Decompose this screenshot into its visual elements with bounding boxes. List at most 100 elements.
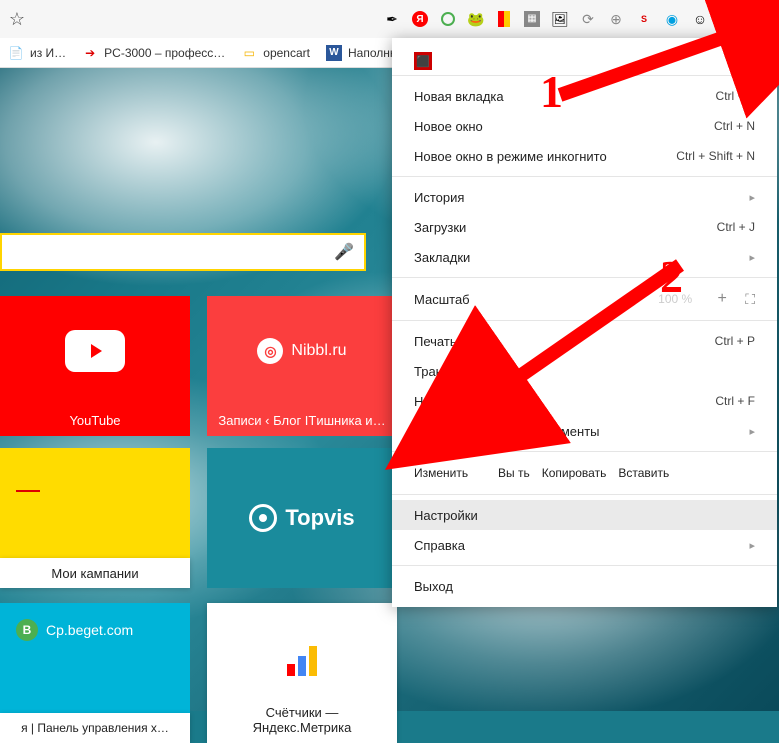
bookmark-label: opencart: [263, 46, 310, 60]
face-icon[interactable]: ☺: [691, 10, 709, 28]
menu-shortcut: Ctrl + P: [715, 334, 755, 348]
bookmark-label: PC-3000 – професс…: [104, 46, 225, 60]
menu-find[interactable]: Найти... Ctrl + F: [392, 386, 777, 416]
menu-history[interactable]: История ▸: [392, 182, 777, 212]
tile-label: Мои кампании: [51, 566, 138, 581]
tile-beget-label[interactable]: я | Панель управления х…: [0, 713, 190, 743]
frog-icon[interactable]: 🐸: [467, 10, 485, 28]
browser-toolbar: ☆ ✒ Я 🐸 ▦ 🖼 ⟳ ⊕ S ◉ ☺ 👤 ⋮: [0, 0, 779, 38]
menu-label: Масштаб: [414, 292, 605, 307]
browser-menu: ⬛ Новая вкладка Ctrl + T Новое окно Ctrl…: [392, 38, 777, 607]
menu-cut[interactable]: Вы ть: [498, 466, 530, 480]
tile-nibbl[interactable]: ◎ Nibbl.ru Записи ‹ Блог ITишника и…: [207, 296, 397, 436]
zoom-out-button[interactable]: −: [619, 290, 637, 308]
menu-shortcut: Ctrl + J: [717, 220, 755, 234]
profile-icon[interactable]: 👤: [719, 10, 737, 28]
image-icon[interactable]: 🖼: [551, 10, 569, 28]
menu-copy[interactable]: Копировать: [542, 466, 607, 480]
search-input[interactable]: 🎤: [0, 233, 366, 271]
menu-bookmarks[interactable]: Закладки ▸: [392, 242, 777, 272]
menu-paste[interactable]: Вставить: [618, 466, 669, 480]
menu-label: Выход: [414, 579, 453, 594]
bookmark-item[interactable]: 📄 из И…: [8, 45, 66, 61]
tile-beget[interactable]: В Cp.beget.com: [0, 603, 190, 713]
chart-icon: [287, 646, 317, 676]
chevron-right-icon: ▸: [749, 191, 755, 204]
menu-label: Справка: [414, 538, 465, 553]
bookmark-star-icon[interactable]: ☆: [8, 10, 26, 28]
target-icon: ◎: [257, 338, 283, 364]
bookmark-item[interactable]: W Наполню: [326, 45, 399, 61]
menu-label: Новое окно в режиме инкогнито: [414, 149, 607, 164]
chevron-right-icon: ▸: [749, 251, 755, 264]
menu-label: Печать...: [414, 334, 467, 349]
menu-label: Новая вкладка: [414, 89, 504, 104]
globe-icon[interactable]: ⊕: [607, 10, 625, 28]
flag-icon[interactable]: [495, 10, 513, 28]
gray-square-icon[interactable]: ▦: [523, 10, 541, 28]
menu-more-tools[interactable]: Дополнительные инструменты ▸: [392, 416, 777, 446]
menu-cast[interactable]: Трансляция...: [392, 356, 777, 386]
tile-direct[interactable]: [0, 448, 190, 558]
menu-zoom: Масштаб − 100 % + ⛶: [392, 283, 777, 315]
menu-exit[interactable]: Выход: [392, 571, 777, 601]
bookmark-label: из И…: [30, 46, 66, 60]
fullscreen-icon[interactable]: ⛶: [745, 291, 755, 308]
bookmark-item[interactable]: ➔ PC-3000 – професс…: [82, 45, 225, 61]
menu-shortcut: Ctrl + Shift + N: [676, 149, 755, 163]
menu-label: Новое окно: [414, 119, 483, 134]
menu-label: Изменить: [414, 466, 486, 480]
yandex-direct-icon: [18, 466, 48, 492]
tile-label: я | Панель управления х…: [21, 721, 169, 735]
tile-campaigns-label[interactable]: Мои кампании: [0, 558, 190, 588]
menu-incognito[interactable]: Новое окно в режиме инкогнито Ctrl + Shi…: [392, 141, 777, 171]
tile-label: Счётчики — Яндекс.Метрика: [217, 705, 387, 735]
eye-icon: [249, 504, 277, 532]
menu-new-tab[interactable]: Новая вкладка Ctrl + T: [392, 81, 777, 111]
yandex-icon[interactable]: Я: [411, 10, 429, 28]
youtube-icon: [65, 330, 125, 372]
menu-settings[interactable]: Настройки: [392, 500, 777, 530]
adobe-icon[interactable]: ⬛: [414, 52, 432, 70]
zoom-in-button[interactable]: +: [713, 290, 731, 308]
refresh-icon[interactable]: ⟳: [579, 10, 597, 28]
menu-downloads[interactable]: Загрузки Ctrl + J: [392, 212, 777, 242]
tile-metrika[interactable]: Счётчики — Яндекс.Метрика: [207, 603, 397, 743]
menu-shortcut: Ctrl + T: [716, 89, 755, 103]
bookmark-item[interactable]: ▭ opencart: [241, 45, 310, 61]
tile-label: Записи ‹ Блог ITишника и…: [217, 413, 387, 428]
menu-label: Трансляция...: [414, 364, 497, 379]
drop-icon[interactable]: ◉: [663, 10, 681, 28]
voice-icon[interactable]: 🎤: [334, 242, 354, 262]
bookmark-icon: 📄: [8, 45, 24, 61]
menu-shortcut: Ctrl + N: [714, 119, 755, 133]
menu-edit-row: Изменить Вы ть Копировать Вставить: [392, 457, 777, 489]
arrow-icon: ➔: [82, 45, 98, 61]
tile-title: Cp.beget.com: [46, 622, 133, 638]
menu-new-window[interactable]: Новое окно Ctrl + N: [392, 111, 777, 141]
circle-green-icon[interactable]: [439, 10, 457, 28]
word-icon: W: [326, 45, 342, 61]
beget-icon: В: [16, 619, 38, 641]
menu-shortcut: Ctrl + F: [715, 394, 755, 408]
tile-topvisor[interactable]: Topvis: [207, 448, 397, 588]
chevron-right-icon: ▸: [749, 425, 755, 438]
seo-icon[interactable]: S: [635, 10, 653, 28]
eyedropper-icon[interactable]: ✒: [383, 10, 401, 28]
tile-title: Nibbl.ru: [291, 342, 346, 360]
menu-label: Найти...: [414, 394, 462, 409]
tile-youtube[interactable]: YouTube: [0, 296, 190, 436]
tile-label: YouTube: [10, 413, 180, 428]
menu-label: История: [414, 190, 464, 205]
menu-label: Дополнительные инструменты: [414, 424, 600, 439]
folder-icon: ▭: [241, 45, 257, 61]
menu-label: Закладки: [414, 250, 470, 265]
zoom-value: 100 %: [651, 292, 699, 306]
menu-label: Настройки: [414, 508, 478, 523]
menu-print[interactable]: Печать... Ctrl + P: [392, 326, 777, 356]
menu-help[interactable]: Справка ▸: [392, 530, 777, 560]
tile-title: Topvis: [285, 505, 354, 531]
menu-button[interactable]: ⋮: [747, 7, 771, 31]
menu-label: Загрузки: [414, 220, 466, 235]
chevron-right-icon: ▸: [749, 539, 755, 552]
